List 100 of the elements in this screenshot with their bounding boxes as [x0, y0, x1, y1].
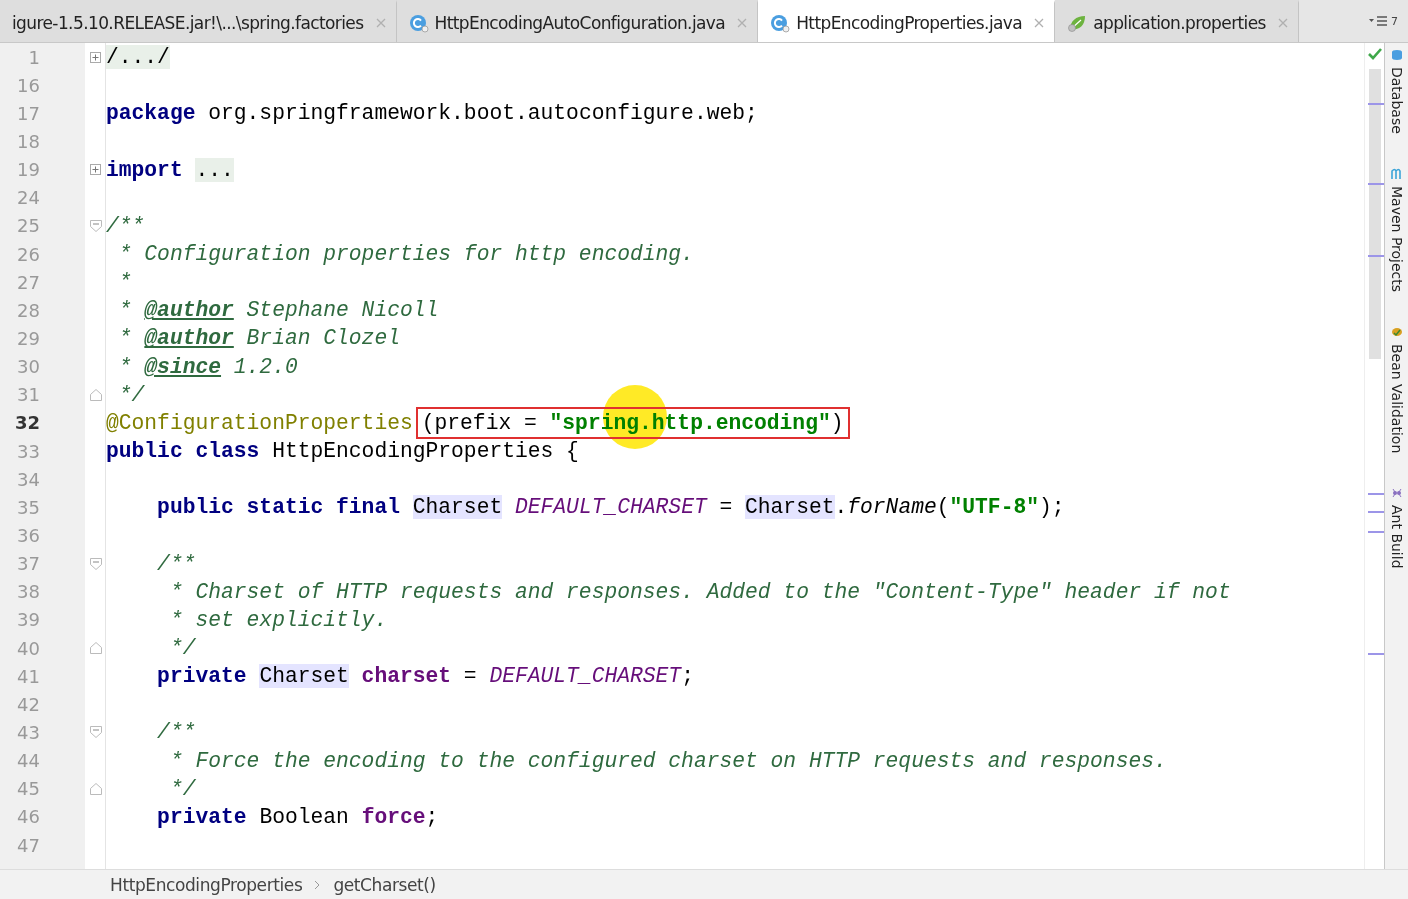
close-icon[interactable]: [1277, 17, 1288, 28]
expand-fold-icon[interactable]: [90, 164, 101, 176]
line-number: 47: [16, 833, 41, 858]
code-token: Brian Clozel: [245, 326, 400, 351]
line-number: 18: [16, 130, 41, 154]
code-token: Charset: [259, 664, 349, 689]
scroll-marker[interactable]: [1368, 653, 1384, 655]
code-token: charset: [360, 664, 452, 689]
database-icon: [1390, 49, 1403, 61]
code-token: "UTF-8": [949, 495, 1039, 520]
code-token: @author: [144, 298, 234, 323]
code-token: DEFAULT_CHARSET: [489, 664, 682, 689]
scroll-marker[interactable]: [1368, 183, 1384, 185]
collapse-fold-icon[interactable]: [89, 219, 102, 232]
code-token: *: [117, 326, 133, 351]
code-token: force: [361, 804, 426, 829]
code-token: Charset: [745, 495, 835, 520]
line-number: 34: [16, 467, 41, 492]
code-token: */: [117, 382, 145, 407]
code-token: /**: [106, 213, 145, 238]
line-number: 37: [16, 552, 41, 577]
code-token: ...: [195, 157, 234, 182]
code-token: DEFAULT_CHARSET: [513, 495, 707, 520]
code-token: ): [830, 410, 844, 435]
tool-window-button[interactable]: Database: [1388, 49, 1405, 134]
line-number: 43: [16, 720, 41, 745]
code-token: Boolean: [259, 804, 350, 829]
line-number: 31: [16, 383, 41, 408]
line-number: 40: [16, 636, 41, 661]
code-token: public class: [106, 439, 261, 464]
code-token: @author: [144, 326, 234, 351]
code-token: * Charset of HTTP requests and responses. Added to the "Content-Type" header if not: [168, 579, 1231, 604]
code-token: * set explicitly.: [168, 607, 388, 632]
line-number: 29: [16, 326, 41, 351]
scroll-marker[interactable]: [1368, 511, 1384, 513]
tool-window-button[interactable]: Bean Validation: [1388, 325, 1405, 454]
editor-tab[interactable]: igure-1.5.10.RELEASE.jar!\...\spring.factories: [0, 0, 397, 42]
editor-tab[interactable]: HttpEncodingAutoConfiguration.java: [396, 0, 759, 42]
code-token: Charset: [412, 495, 503, 520]
check-icon: [1367, 47, 1383, 61]
line-number: 25: [16, 214, 41, 239]
collapse-fold-icon[interactable]: [89, 726, 102, 739]
code-token: private: [156, 664, 248, 689]
close-icon[interactable]: [1034, 17, 1045, 28]
code-token: * Configuration properties for http encoding.: [117, 242, 694, 267]
close-icon[interactable]: [375, 17, 386, 28]
line-number: 30: [16, 355, 41, 380]
code-token: =: [462, 664, 478, 689]
line-number: 45: [16, 777, 41, 802]
collapse-fold-icon[interactable]: [89, 557, 102, 570]
line-number: 28: [16, 298, 41, 323]
code-token: *: [117, 354, 133, 379]
code-token: ;: [425, 804, 439, 829]
close-icon[interactable]: [737, 17, 748, 28]
code-token: /.../: [106, 45, 170, 70]
code-token: import: [106, 157, 184, 182]
code-token: forName: [847, 495, 937, 520]
line-number: 46: [16, 805, 41, 830]
code-token: public static final: [156, 495, 401, 520]
line-number: 1: [27, 45, 41, 70]
expand-fold-icon[interactable]: [90, 51, 101, 63]
line-number: 33: [16, 439, 41, 464]
tab-overflow-button[interactable]: 7: [1359, 0, 1408, 42]
breadcrumb[interactable]: getCharset(): [333, 874, 436, 895]
line-number: 38: [16, 580, 41, 605]
code-token: @ConfigurationProperties: [106, 410, 413, 435]
line-number: 36: [16, 523, 41, 548]
code-token: * Force the encoding to the configured charset on HTTP requests and responses.: [168, 748, 1167, 773]
code-token: (prefix =: [421, 410, 538, 435]
fold-end-icon[interactable]: [89, 388, 102, 401]
scroll-thumb[interactable]: [1369, 69, 1381, 359]
fold-end-icon[interactable]: [89, 782, 102, 795]
maven-icon: [1390, 167, 1403, 180]
scroll-marker[interactable]: [1368, 255, 1384, 257]
code-token: /**: [156, 720, 196, 745]
editor-tab[interactable]: HttpEncodingProperties.java: [758, 0, 1056, 42]
code-token: 1.2.0: [232, 354, 298, 379]
code-token: Stephane Nicoll: [245, 298, 439, 323]
scroll-marker[interactable]: [1368, 493, 1384, 495]
chevron-icon: [314, 879, 322, 890]
code-token: HttpEncodingProperties {: [272, 439, 579, 464]
scroll-marker[interactable]: [1368, 531, 1384, 533]
fold-end-icon[interactable]: [89, 642, 102, 654]
code-token: private: [156, 804, 248, 829]
line-number: 26: [16, 242, 41, 267]
code-token: @since: [144, 354, 222, 379]
line-number: 24: [16, 186, 41, 211]
line-number: 44: [16, 749, 41, 774]
line-number: 42: [16, 692, 41, 717]
breadcrumb[interactable]: HttpEncodingProperties: [110, 874, 303, 895]
tool-window-button[interactable]: Maven Projects: [1388, 167, 1405, 292]
line-number: 39: [16, 608, 41, 633]
tool-window-button[interactable]: Ant Build: [1388, 487, 1405, 569]
bean-icon: [1390, 325, 1403, 338]
scroll-marker[interactable]: [1368, 103, 1384, 105]
line-number: 19: [16, 158, 41, 183]
editor-tab[interactable]: application.properties: [1055, 0, 1299, 42]
code-token: */: [168, 636, 196, 660]
code-token: org.springframework.boot.autoconfigure.web;: [208, 101, 758, 126]
scroll-track[interactable]: [1364, 43, 1384, 869]
